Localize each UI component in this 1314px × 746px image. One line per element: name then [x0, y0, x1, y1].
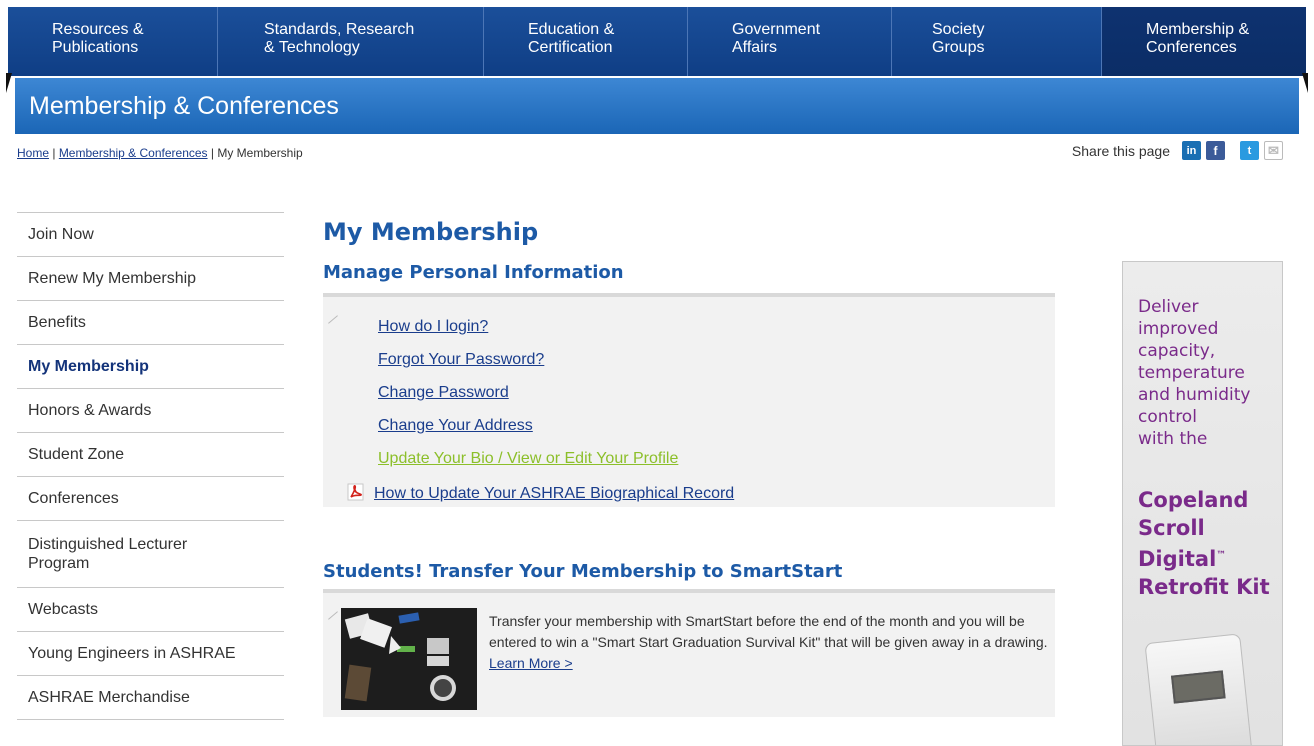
- section-heading-smartstart: Students! Transfer Your Membership to Sm…: [323, 561, 843, 582]
- breadcrumb-home-link[interactable]: Home: [17, 146, 49, 160]
- sidebar-item-renew-membership[interactable]: Renew My Membership: [17, 257, 284, 301]
- share-bar: Share this page in f t ✉: [1072, 141, 1288, 160]
- ad-product-line: Copeland: [1138, 488, 1249, 512]
- sidebar-item-benefits[interactable]: Benefits: [17, 301, 284, 345]
- pdf-icon: [347, 483, 364, 501]
- ad-tagline: Deliver improved capacity, temperature a…: [1138, 296, 1250, 450]
- copeland-advertisement[interactable]: Deliver improved capacity, temperature a…: [1122, 261, 1283, 746]
- sidebar-item-merchandise[interactable]: ASHRAE Merchandise: [17, 676, 284, 720]
- sidebar-item-webcasts[interactable]: Webcasts: [17, 588, 284, 632]
- sidebar-item-distinguished-lecturer[interactable]: Distinguished Lecturer Program: [17, 521, 284, 588]
- nav-society-groups[interactable]: Society Groups: [892, 7, 1102, 76]
- breadcrumb-separator: |: [207, 146, 218, 160]
- trademark-symbol: ™: [1216, 550, 1227, 561]
- sidebar-item-join-now[interactable]: Join Now: [17, 213, 284, 257]
- top-navigation: Resources & Publications Standards, Rese…: [8, 7, 1306, 76]
- thermostat-image: [1144, 633, 1254, 745]
- sidebar-item-young-engineers[interactable]: Young Engineers in ASHRAE: [17, 632, 284, 676]
- change-password-link[interactable]: Change Password: [378, 384, 509, 401]
- nav-label: Education & Certification: [528, 21, 615, 56]
- section-heading-personal-info: Manage Personal Information: [323, 262, 624, 283]
- twitter-icon[interactable]: t: [1240, 141, 1259, 160]
- personal-info-panel: How do I login? Forgot Your Password? Ch…: [323, 297, 1055, 507]
- banner-right-wing: [1302, 73, 1308, 93]
- banner-left-wing: [6, 73, 12, 93]
- ad-line: temperature: [1138, 363, 1245, 383]
- section-banner: Membership & Conferences: [15, 78, 1299, 134]
- sidebar-item-student-zone[interactable]: Student Zone: [17, 433, 284, 477]
- nav-label: Government Affairs: [732, 21, 821, 56]
- nav-education-certification[interactable]: Education & Certification: [484, 7, 688, 76]
- forgot-password-link[interactable]: Forgot Your Password?: [378, 351, 544, 368]
- thermostat-screen: [1171, 670, 1226, 704]
- update-bio-link[interactable]: Update Your Bio / View or Edit Your Prof…: [378, 450, 678, 467]
- ad-line: capacity,: [1138, 341, 1216, 361]
- ad-line: Deliver: [1138, 297, 1199, 317]
- share-label: Share this page: [1071, 142, 1170, 159]
- ad-product-line: Scroll: [1138, 516, 1205, 540]
- nav-label: Society Groups: [932, 21, 985, 56]
- sidebar-menu: Join Now Renew My Membership Benefits My…: [17, 212, 284, 720]
- nav-government-affairs[interactable]: Government Affairs: [688, 7, 892, 76]
- graduation-kit-image: [341, 608, 477, 710]
- page-title: My Membership: [323, 218, 539, 246]
- nav-membership-conferences[interactable]: Membership & Conferences: [1102, 7, 1306, 76]
- nav-label: Resources & Publications: [52, 21, 144, 56]
- ad-product-name: Copeland Scroll Digital™ Retrofit Kit: [1138, 486, 1270, 601]
- nav-standards-research-technology[interactable]: Standards, Research & Technology: [218, 7, 484, 76]
- ad-line: and humidity: [1138, 385, 1251, 405]
- smartstart-panel: Transfer your membership with SmartStart…: [323, 593, 1055, 717]
- ad-line: control: [1138, 407, 1197, 427]
- sidebar-item-my-membership[interactable]: My Membership: [17, 345, 284, 389]
- nav-label: Membership & Conferences: [1146, 21, 1250, 56]
- email-icon[interactable]: ✉: [1264, 141, 1283, 160]
- nav-label: Standards, Research & Technology: [264, 21, 415, 56]
- sidebar-item-conferences[interactable]: Conferences: [17, 477, 284, 521]
- biographical-record-pdf-link[interactable]: How to Update Your ASHRAE Biographical R…: [374, 485, 734, 502]
- sidebar-item-honors-awards[interactable]: Honors & Awards: [17, 389, 284, 433]
- linkedin-icon[interactable]: in: [1182, 141, 1201, 160]
- decorative-tick: [328, 611, 338, 620]
- breadcrumb-separator: |: [49, 146, 59, 160]
- facebook-icon[interactable]: f: [1206, 141, 1225, 160]
- section-title: Membership & Conferences: [29, 92, 339, 120]
- learn-more-link[interactable]: Learn More >: [489, 655, 573, 671]
- ad-line: with the: [1138, 429, 1208, 449]
- breadcrumb-current: My Membership: [217, 146, 303, 160]
- decorative-tick: [328, 315, 338, 324]
- personal-info-links: How do I login? Forgot Your Password? Ch…: [347, 318, 734, 516]
- breadcrumb: Home | Membership & Conferences | My Mem…: [17, 146, 303, 160]
- nav-resources-publications[interactable]: Resources & Publications: [8, 7, 218, 76]
- change-address-link[interactable]: Change Your Address: [378, 417, 533, 434]
- smartstart-description: Transfer your membership with SmartStart…: [489, 611, 1049, 674]
- ad-product-line: Retrofit Kit: [1138, 575, 1270, 599]
- ad-product-line: Digital: [1138, 547, 1217, 571]
- how-do-i-login-link[interactable]: How do I login?: [378, 318, 488, 335]
- smartstart-text: Transfer your membership with SmartStart…: [489, 613, 1048, 650]
- breadcrumb-section-link[interactable]: Membership & Conferences: [59, 146, 208, 160]
- ad-line: improved: [1138, 319, 1219, 339]
